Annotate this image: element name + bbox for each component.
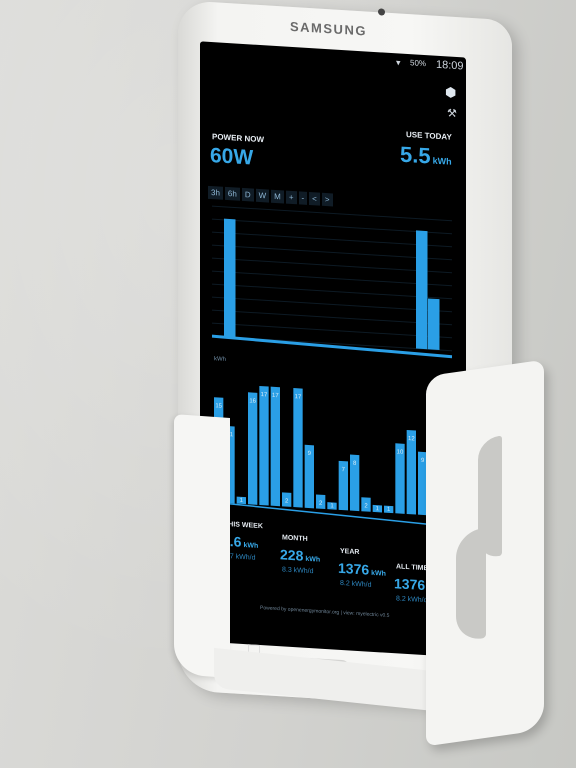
control-button[interactable]: 3h (208, 185, 223, 200)
status-bar: ▾ 50% 18:09 (200, 41, 466, 75)
device-brand: SAMSUNG (290, 18, 367, 39)
use-today-number: 5.5 (400, 141, 431, 169)
holder-right-arm (426, 359, 544, 747)
control-button[interactable]: + (285, 190, 297, 205)
power-bar (428, 298, 440, 350)
control-button[interactable]: 6h (224, 186, 240, 201)
battery-percent: 50% (410, 58, 427, 69)
power-chart (211, 205, 453, 359)
power-bar (224, 218, 236, 338)
wifi-icon: ▾ (396, 57, 401, 68)
control-button[interactable]: W (255, 188, 270, 203)
holder-base (214, 647, 444, 713)
wrench-icon[interactable]: ⚒ (447, 106, 457, 120)
use-today-unit: kWh (432, 155, 452, 167)
control-button[interactable]: < (309, 192, 320, 206)
use-today-value: 5.5 kWh (400, 142, 452, 171)
wall-holder (174, 359, 544, 748)
use-today-label: USE TODAY (406, 129, 452, 142)
power-now-label: POWER NOW (212, 132, 264, 145)
kwh-axis-label: kWh (214, 356, 226, 363)
status-time: 18:09 (436, 58, 464, 73)
control-button[interactable]: D (241, 187, 254, 202)
holder-left-arm (174, 414, 230, 678)
holder-slot (456, 527, 486, 643)
camera-icon (378, 8, 385, 16)
cube-icon[interactable]: ⬢ (445, 84, 456, 101)
control-button[interactable]: > (321, 192, 333, 207)
power-bar (416, 230, 428, 350)
power-now-value: 60W (210, 143, 254, 170)
grid-line (212, 205, 452, 222)
control-button[interactable]: - (298, 191, 308, 205)
control-button[interactable]: M (271, 189, 284, 204)
